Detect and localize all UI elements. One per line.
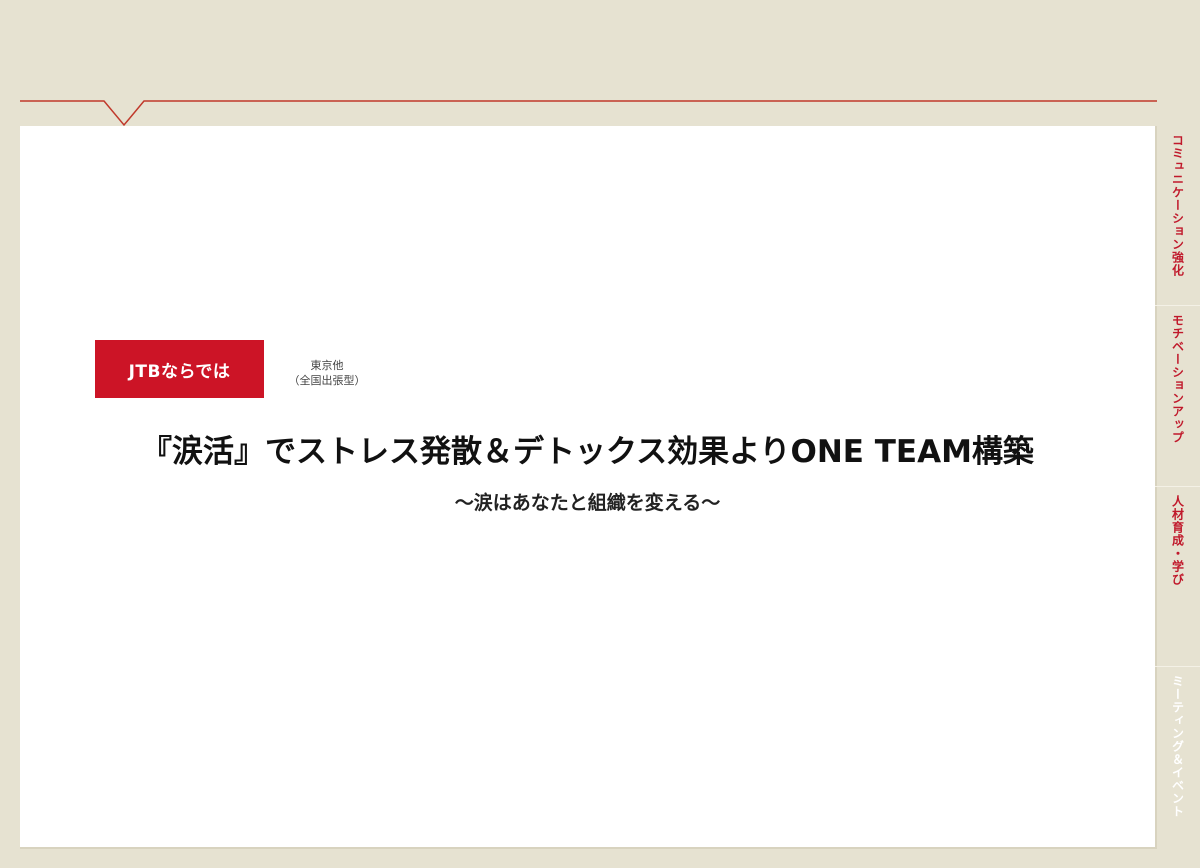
page-subtitle: ～涙はあなたと組織を変える～ <box>454 492 721 514</box>
location-line-1: 東京他 <box>310 359 344 372</box>
content-panel: JTBならでは 東京他 （全国出張型） 『涙活』でストレス発散＆デトックス効果よ… <box>20 126 1157 849</box>
side-nav-item-meeting-event[interactable]: ミーティング＆イベント <box>1155 667 1200 846</box>
location-line-2: （全国出張型） <box>288 374 366 387</box>
location-note: 東京他 （全国出張型） <box>284 358 370 388</box>
side-nav-label: モチベーションアップ <box>1170 314 1185 445</box>
top-divider-line <box>20 100 1157 128</box>
side-nav-item-motivation[interactable]: モチベーションアップ <box>1155 306 1200 487</box>
side-nav-label: 人材育成・学び <box>1170 494 1185 586</box>
side-nav-label: ミーティング＆イベント <box>1170 674 1185 818</box>
side-nav-item-training[interactable]: 人材育成・学び <box>1155 487 1200 667</box>
side-category-nav: コミュニケーション強化 モチベーションアップ 人材育成・学び ミーティング＆イベ… <box>1155 126 1200 846</box>
page-title: 『涙活』でストレス発散＆デトックス効果よりONE TEAM構築 <box>141 434 1034 470</box>
jtb-original-tag: JTBならでは <box>95 340 264 398</box>
side-nav-item-communication[interactable]: コミュニケーション強化 <box>1155 126 1200 307</box>
side-nav-label: コミュニケーション強化 <box>1170 134 1185 277</box>
